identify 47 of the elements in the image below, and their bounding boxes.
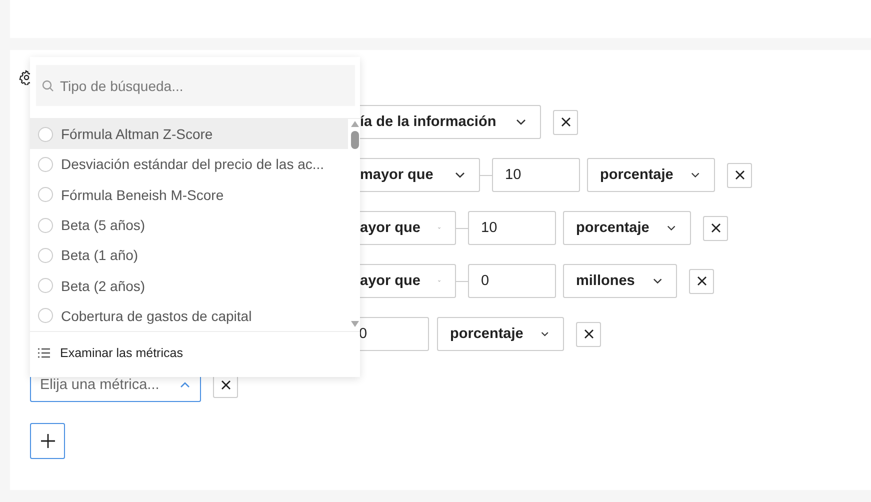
radio-button[interactable] bbox=[38, 156, 53, 172]
radio-button[interactable] bbox=[38, 126, 53, 142]
option-label: Beta (2 años) bbox=[61, 278, 146, 294]
caret-down-icon bbox=[667, 225, 676, 231]
plus-icon bbox=[40, 434, 54, 448]
caret-down-icon bbox=[541, 331, 549, 337]
search-icon bbox=[42, 80, 54, 92]
remove-button[interactable] bbox=[703, 216, 728, 240]
close-icon bbox=[734, 170, 744, 180]
caret-down-icon bbox=[652, 278, 662, 284]
caret-up-icon bbox=[180, 382, 190, 388]
close-icon bbox=[710, 223, 720, 233]
close-icon bbox=[220, 380, 230, 390]
close-icon bbox=[560, 117, 570, 127]
remove-button[interactable] bbox=[727, 162, 752, 188]
radio-button[interactable] bbox=[38, 248, 53, 263]
option-label: Beta (1 año) bbox=[61, 247, 138, 264]
search-field[interactable]: Tipo de búsqueda... bbox=[36, 65, 355, 106]
dropdown-select[interactable]: porcentaje bbox=[437, 317, 564, 351]
caret-down-icon bbox=[516, 119, 526, 125]
scrollbar[interactable] bbox=[350, 119, 360, 329]
option-label: Fórmula Beneish M-Score bbox=[61, 186, 224, 203]
caret-down-icon bbox=[455, 172, 465, 178]
option-label: Fórmula Altman Z-Score bbox=[61, 126, 213, 142]
radio-button[interactable] bbox=[38, 278, 53, 294]
caret-down-icon bbox=[691, 172, 700, 178]
remove-button[interactable] bbox=[576, 322, 601, 346]
option-label: Cobertura de gastos de capital bbox=[61, 308, 252, 324]
value-input[interactable]: 10 bbox=[492, 158, 580, 192]
add-button[interactable] bbox=[30, 423, 65, 459]
close-icon bbox=[584, 329, 594, 339]
remove-button[interactable] bbox=[689, 268, 714, 294]
remove-button[interactable] bbox=[553, 110, 578, 134]
browse-metrics-link[interactable]: Examinar las métricas bbox=[30, 331, 360, 374]
dropdown-select[interactable]: porcentaje bbox=[587, 158, 715, 192]
radio-button[interactable] bbox=[38, 218, 53, 233]
radio-button[interactable] bbox=[38, 187, 53, 202]
list-icon bbox=[38, 348, 50, 358]
option-label: Desviación estándar del precio de las ac... bbox=[61, 156, 324, 172]
metric-option[interactable]: Fórmula Altman Z-Score bbox=[30, 119, 348, 150]
value-input[interactable]: 10 bbox=[468, 211, 556, 245]
dropdown-select[interactable]: porcentaje bbox=[563, 211, 691, 245]
value-input[interactable]: 0 bbox=[468, 264, 556, 298]
dropdown-select[interactable]: millones bbox=[563, 264, 677, 298]
close-icon bbox=[696, 276, 706, 286]
option-label: Beta (5 años) bbox=[61, 217, 146, 234]
radio-button[interactable] bbox=[38, 308, 53, 324]
